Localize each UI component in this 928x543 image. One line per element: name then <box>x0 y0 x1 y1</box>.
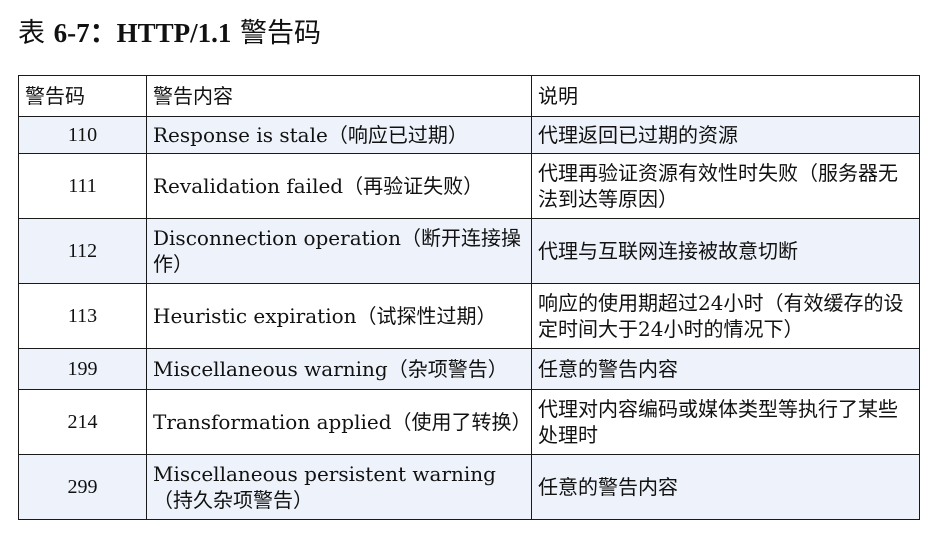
caption-prefix: 表 <box>18 18 54 49</box>
warning-description: 任意的警告内容 <box>531 348 920 390</box>
table-row: 199 Miscellaneous warning（杂项警告） 任意的警告内容 <box>18 348 920 390</box>
warning-code: 299 <box>18 454 147 520</box>
table-row: 111 Revalidation failed（再验证失败） 代理再验证资源有效… <box>18 153 920 219</box>
warning-code: 113 <box>18 283 147 349</box>
warning-code: 110 <box>18 116 147 154</box>
warning-code: 199 <box>18 348 147 390</box>
table-row: 113 Heuristic expiration（试探性过期） 响应的使用期超过… <box>18 283 920 349</box>
warning-description: 响应的使用期超过24小时（有效缓存的设定时间大于24小时的情况下） <box>531 283 920 349</box>
warning-description: 代理与互联网连接被故意切断 <box>531 218 920 284</box>
caption-number: 6-7： <box>53 18 117 48</box>
warning-content: Response is stale（响应已过期） <box>146 116 532 154</box>
warning-content: Transformation applied（使用了转换） <box>146 389 532 455</box>
table-row: 214 Transformation applied（使用了转换） 代理对内容编… <box>18 389 920 455</box>
header-description: 说明 <box>531 75 920 117</box>
warning-content: Heuristic expiration（试探性过期） <box>146 283 532 349</box>
warning-content: Miscellaneous persistent warning（持久杂项警告） <box>146 454 532 520</box>
warning-code: 111 <box>18 153 147 219</box>
warning-description: 代理返回已过期的资源 <box>531 116 920 154</box>
warning-content: Disconnection operation（断开连接操作） <box>146 218 532 284</box>
table-caption: 表 6-7：HTTP/1.1 警告码 <box>18 14 321 53</box>
table-row: 299 Miscellaneous persistent warning（持久杂… <box>18 454 920 520</box>
warning-content: Revalidation failed（再验证失败） <box>146 153 532 219</box>
warning-code-table: 警告码 警告内容 说明 110 Response is stale（响应已过期）… <box>18 75 920 520</box>
table-header-row: 警告码 警告内容 说明 <box>18 75 920 117</box>
header-content: 警告内容 <box>146 75 532 117</box>
table-row: 110 Response is stale（响应已过期） 代理返回已过期的资源 <box>18 116 920 154</box>
caption-protocol: HTTP/1.1 <box>116 18 232 48</box>
table-row: 112 Disconnection operation（断开连接操作） 代理与互… <box>18 218 920 284</box>
warning-code: 214 <box>18 389 147 455</box>
warning-code: 112 <box>18 218 147 284</box>
warning-content: Miscellaneous warning（杂项警告） <box>146 348 532 390</box>
header-code: 警告码 <box>18 75 147 117</box>
warning-description: 代理对内容编码或媒体类型等执行了某些处理时 <box>531 389 920 455</box>
caption-title: 警告码 <box>231 18 321 49</box>
warning-description: 代理再验证资源有效性时失败（服务器无法到达等原因） <box>531 153 920 219</box>
warning-description: 任意的警告内容 <box>531 454 920 520</box>
